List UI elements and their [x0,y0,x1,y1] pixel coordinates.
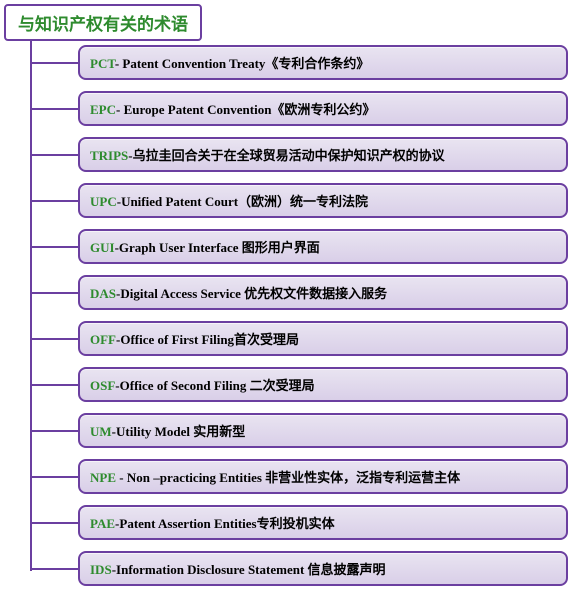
term-row: EPC- Europe Patent Convention《欧洲专利公约》 [30,85,579,131]
term-row: TRIPS-乌拉圭回合关于在全球贸易活动中保护知识产权的协议 [30,131,579,177]
term-description: Graph User Interface 图形用户界面 [119,240,320,255]
term-box: UPC-Unified Patent Court（欧洲）统一专利法院 [78,183,568,218]
term-row: IDS-Information Disclosure Statement 信息披… [30,545,579,591]
term-box: TRIPS-乌拉圭回合关于在全球贸易活动中保护知识产权的协议 [78,137,568,172]
term-acronym: UM [90,424,112,439]
branch-line [30,292,78,294]
term-description: 乌拉圭回合关于在全球贸易活动中保护知识产权的协议 [133,148,445,163]
term-description: Patent Assertion Entities专利投机实体 [119,516,334,531]
term-description: Information Disclosure Statement 信息披露声明 [116,562,386,577]
term-acronym: PCT [90,56,115,71]
term-description: Digital Access Service 优先权文件数据接入服务 [120,286,387,301]
term-box: OFF-Office of First Filing首次受理局 [78,321,568,356]
term-separator: - [119,470,127,485]
term-description: Utility Model 实用新型 [116,424,245,439]
term-box: UM-Utility Model 实用新型 [78,413,568,448]
term-row: OSF-Office of Second Filing 二次受理局 [30,361,579,407]
term-description: Europe Patent Convention《欧洲专利公约》 [124,102,376,117]
term-acronym: OSF [90,378,115,393]
root-title: 与知识产权有关的术语 [18,15,188,34]
term-row: UPC-Unified Patent Court（欧洲）统一专利法院 [30,177,579,223]
term-acronym: IDS [90,562,112,577]
branch-line [30,430,78,432]
term-box: NPE - Non –practicing Entities 非营业性实体，泛指… [78,459,568,494]
branch-line [30,476,78,478]
term-tree: PCT- Patent Convention Treaty《专利合作条约》EPC… [30,39,579,591]
branch-line [30,200,78,202]
term-box: GUI-Graph User Interface 图形用户界面 [78,229,568,264]
term-description: Unified Patent Court（欧洲）统一专利法院 [121,194,368,209]
branch-line [30,338,78,340]
term-acronym: GUI [90,240,115,255]
term-row: UM-Utility Model 实用新型 [30,407,579,453]
term-row: NPE - Non –practicing Entities 非营业性实体，泛指… [30,453,579,499]
term-acronym: PAE [90,516,115,531]
branch-line [30,568,78,570]
term-description: Office of First Filing首次受理局 [120,332,299,347]
term-description: Non –practicing Entities 非营业性实体，泛指专利运营主体 [127,470,460,485]
term-row: DAS-Digital Access Service 优先权文件数据接入服务 [30,269,579,315]
branch-line [30,522,78,524]
term-row: GUI-Graph User Interface 图形用户界面 [30,223,579,269]
term-box: DAS-Digital Access Service 优先权文件数据接入服务 [78,275,568,310]
term-acronym: DAS [90,286,116,301]
term-box: PCT- Patent Convention Treaty《专利合作条约》 [78,45,568,80]
branch-line [30,108,78,110]
term-description: Patent Convention Treaty《专利合作条约》 [122,56,369,71]
term-row: PAE-Patent Assertion Entities专利投机实体 [30,499,579,545]
term-box: EPC- Europe Patent Convention《欧洲专利公约》 [78,91,568,126]
term-acronym: OFF [90,332,116,347]
root-title-box: 与知识产权有关的术语 [4,4,202,41]
term-row: PCT- Patent Convention Treaty《专利合作条约》 [30,39,579,85]
branch-line [30,246,78,248]
term-acronym: TRIPS [90,148,128,163]
term-description: Office of Second Filing 二次受理局 [120,378,315,393]
term-box: IDS-Information Disclosure Statement 信息披… [78,551,568,586]
term-row: OFF-Office of First Filing首次受理局 [30,315,579,361]
branch-line [30,384,78,386]
term-separator: - [116,102,124,117]
term-box: OSF-Office of Second Filing 二次受理局 [78,367,568,402]
term-acronym: UPC [90,194,117,209]
term-box: PAE-Patent Assertion Entities专利投机实体 [78,505,568,540]
branch-line [30,62,78,64]
term-acronym: EPC [90,102,116,117]
branch-line [30,154,78,156]
term-acronym: NPE [90,470,119,485]
